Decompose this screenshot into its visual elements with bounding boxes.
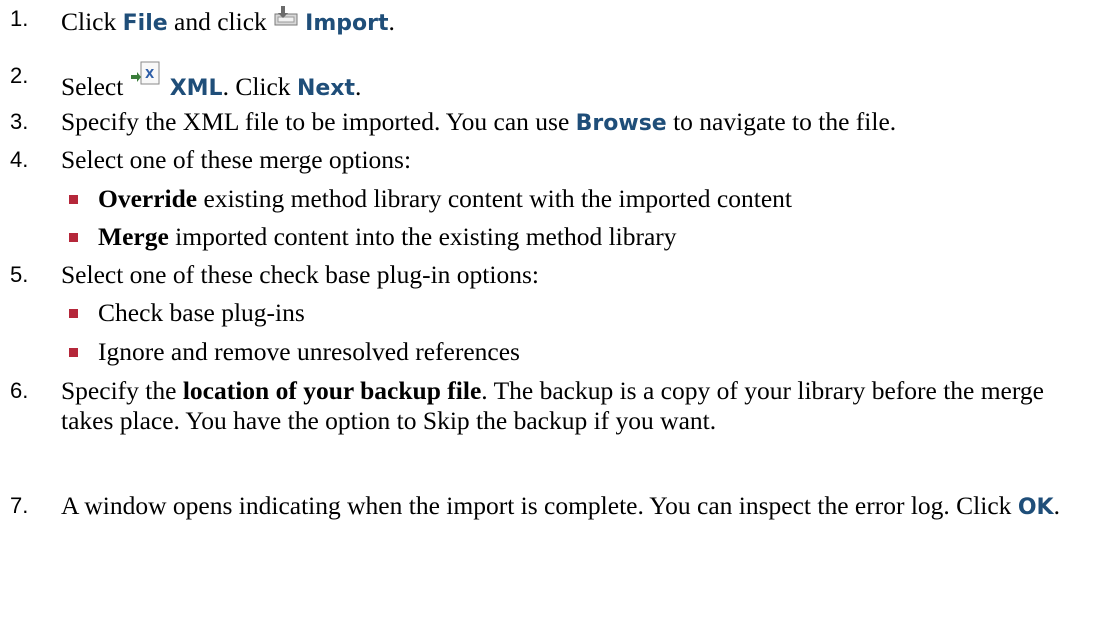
step-5: 5. Select one of these check base plug-i…: [0, 260, 1119, 290]
merge-option-override: Override existing method library content…: [61, 184, 1119, 214]
step-3: 3. Specify the XML file to be imported. …: [0, 107, 1119, 137]
file-menu-label: File: [122, 11, 168, 36]
step-6: 6. Specify the location of your backup f…: [0, 376, 1119, 466]
bullet-marker: [69, 348, 78, 357]
step-4: 4. Select one of these merge options:: [0, 145, 1119, 175]
bullet-text: Ignore and remove unresolved references: [98, 337, 520, 366]
bullet-text: Merge imported content into the existing…: [98, 222, 677, 251]
backup-location-label: location of your backup file: [182, 376, 482, 405]
step-number: 3.: [10, 109, 29, 134]
step-number: 2.: [10, 63, 29, 88]
svg-text:X: X: [145, 67, 155, 81]
step-2: 2. Select X XML. Click Next.: [0, 61, 1119, 101]
step-number: 6.: [10, 378, 29, 403]
import-icon: [274, 6, 298, 26]
browse-button-label: Browse: [575, 111, 667, 136]
step-text: Select one of these merge options:: [61, 145, 412, 174]
plugin-option-ignore: Ignore and remove unresolved references: [61, 337, 1119, 367]
plugin-option-check: Check base plug-ins: [61, 298, 1119, 328]
ok-button-label: OK: [1017, 495, 1054, 520]
bullet-marker: [69, 233, 78, 242]
step-text: Select one of these check base plug-in o…: [61, 260, 539, 289]
step-text: Specify the XML file to be imported. You…: [61, 107, 897, 136]
import-label: Import: [305, 11, 389, 36]
step-text: Specify the location of your backup file…: [61, 376, 1044, 435]
step-text: A window opens indicating when the impor…: [61, 491, 1060, 520]
next-button-label: Next: [296, 76, 355, 101]
bullet-marker: [69, 195, 78, 204]
step-7: 7. A window opens indicating when the im…: [0, 491, 1119, 551]
step-number: 7.: [10, 493, 29, 518]
merge-option-merge: Merge imported content into the existing…: [61, 222, 1119, 252]
bullet-text: Override existing method library content…: [98, 184, 792, 213]
step-number: 4.: [10, 147, 29, 172]
bullet-text: Check base plug-ins: [98, 298, 305, 327]
step-number: 5.: [10, 262, 29, 287]
bullet-marker: [69, 309, 78, 318]
xml-icon: X: [130, 61, 160, 85]
step-text: Click File and click Import.: [61, 4, 395, 39]
step-text: Select X XML. Click Next.: [61, 61, 361, 104]
step-1: 1. Click File and click Import.: [0, 4, 1119, 40]
step-number: 1.: [10, 6, 29, 31]
xml-option-label: XML: [169, 76, 223, 101]
